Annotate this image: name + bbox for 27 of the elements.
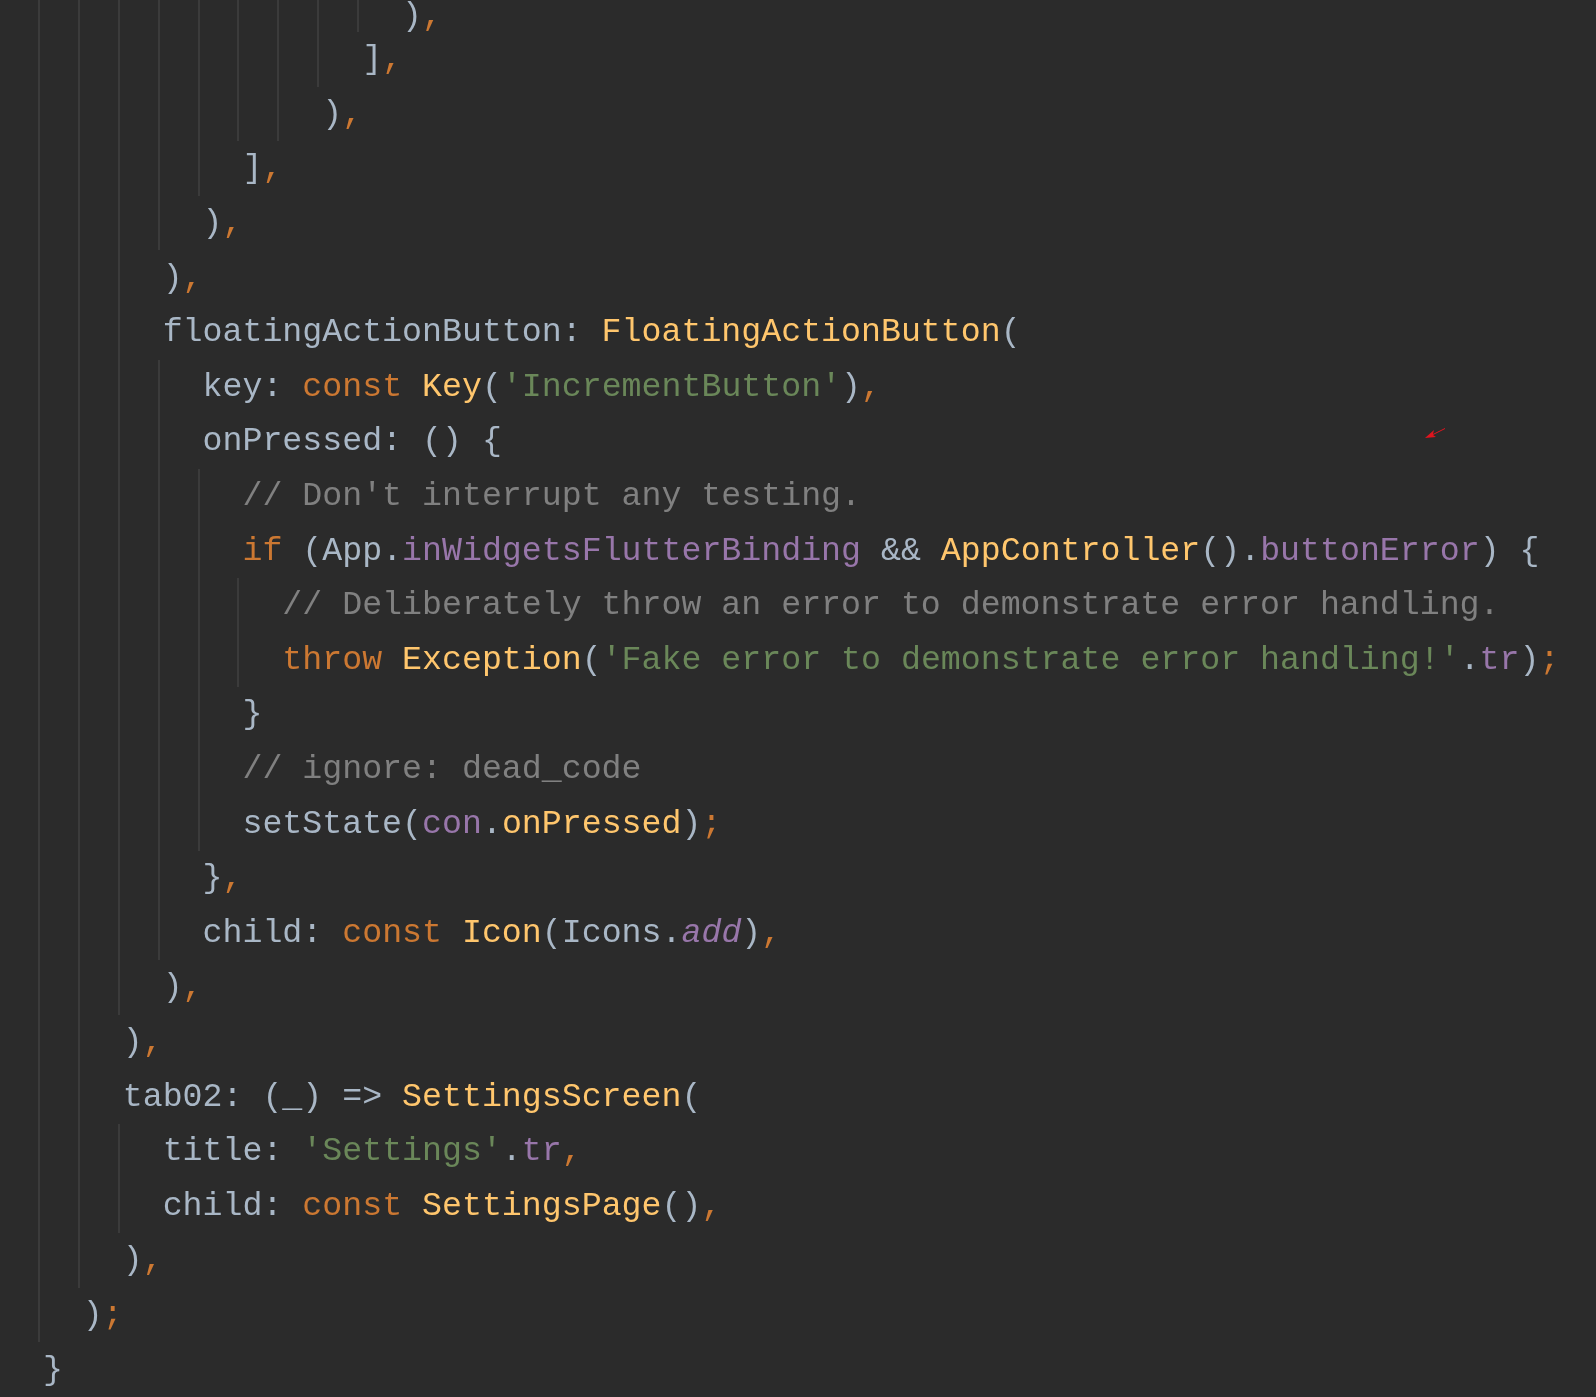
code-line: ); xyxy=(82,1295,123,1334)
code-line: child: const Icon(Icons.add), xyxy=(202,913,782,952)
code-line: onPressed: () { xyxy=(202,422,502,461)
code-line: ), xyxy=(162,258,203,297)
code-line: throw Exception('Fake error to demonstrate error handling!'.tr); xyxy=(282,640,1560,679)
code-line: ), xyxy=(402,0,442,32)
code-line: ], xyxy=(362,40,403,79)
arrow-icon xyxy=(1424,426,1446,440)
code-line: }, xyxy=(202,859,243,898)
code-line: ), xyxy=(122,1023,163,1061)
code-line: tab02: (_) => SettingsScreen( xyxy=(122,1077,702,1116)
code-comment: // Deliberately throw an error to demonstrate error handling. xyxy=(282,586,1500,625)
code-comment: // Don't interrupt any testing. xyxy=(242,477,861,516)
code-line: if (App.inWidgetsFlutterBinding && AppController().buttonError) { xyxy=(242,531,1540,570)
code-line: key: const Key('IncrementButton'), xyxy=(202,367,882,406)
code-line: setState(con.onPressed); xyxy=(242,804,722,843)
code-line: child: const SettingsPage(), xyxy=(162,1186,722,1225)
code-line: ), xyxy=(202,204,243,243)
code-line: floatingActionButton: FloatingActionButton( xyxy=(162,313,1021,352)
code-line: } xyxy=(242,695,263,734)
code-line: ), xyxy=(162,968,203,1007)
code-line: title: 'Settings'.tr, xyxy=(162,1132,582,1171)
code-line: ), xyxy=(322,94,363,133)
code-line: ), xyxy=(122,1241,163,1280)
code-line: } xyxy=(42,1350,63,1389)
code-line: ], xyxy=(242,149,283,188)
code-comment: // ignore: dead_code xyxy=(242,750,642,788)
